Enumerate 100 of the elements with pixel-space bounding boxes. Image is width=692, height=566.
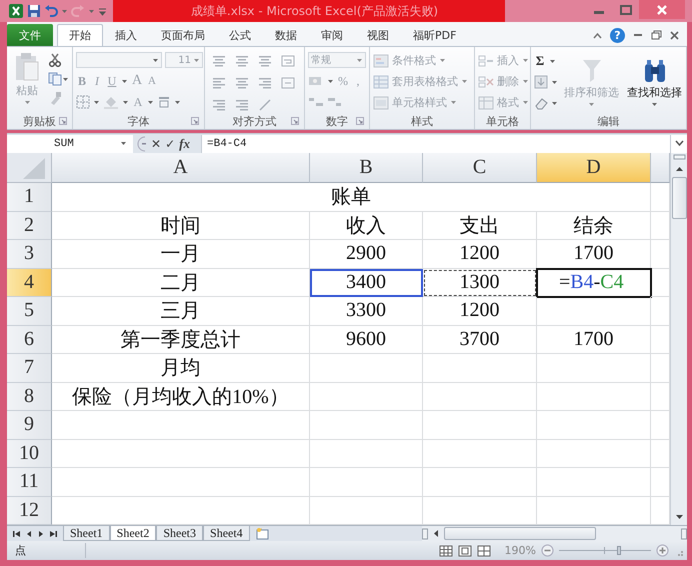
ribbon-tab[interactable]: 审阅 [309, 24, 355, 46]
formula-field[interactable]: =B4-C4 [201, 134, 670, 152]
row-header[interactable]: 3 [7, 240, 52, 268]
scroll-down-icon[interactable] [674, 514, 684, 520]
row-header[interactable]: 11 [7, 468, 52, 496]
caret-icon[interactable] [122, 98, 129, 106]
table-cell[interactable] [537, 382, 651, 411]
table-cell[interactable] [310, 440, 423, 468]
table-cell[interactable] [310, 411, 423, 440]
increase-decimal-icon[interactable] [308, 96, 324, 108]
ribbon-large-button[interactable]: 查找和选择 [625, 50, 684, 113]
insert-function-button[interactable]: fx [179, 136, 190, 152]
autosum-button[interactable]: Σ [534, 53, 546, 69]
table-cell[interactable]: 3400 [310, 268, 423, 297]
caret-icon[interactable] [120, 140, 127, 147]
eraser-icon[interactable] [534, 96, 548, 110]
page-break-icon[interactable] [477, 544, 491, 556]
dialog-launcher-icon[interactable] [59, 117, 67, 125]
table-cell[interactable] [423, 411, 537, 440]
last-sheet-icon[interactable] [49, 530, 58, 538]
table-cell[interactable]: 结余 [537, 212, 651, 240]
scroll-up-icon[interactable] [674, 166, 684, 172]
redo-icon[interactable] [71, 4, 85, 18]
row-header[interactable]: 10 [7, 440, 52, 468]
caret-icon[interactable] [551, 100, 558, 106]
table-cell[interactable]: 1700 [537, 326, 651, 354]
restore-icon[interactable] [651, 30, 662, 40]
table-cell[interactable] [52, 440, 310, 468]
table-cell[interactable] [537, 297, 651, 326]
split-box-icon[interactable] [672, 153, 686, 161]
table-cell[interactable] [537, 440, 651, 468]
table-cell[interactable]: 9600 [310, 326, 423, 354]
ribbon-tab[interactable]: 视图 [355, 24, 401, 46]
row-header[interactable]: 12 [7, 496, 52, 525]
new-sheet-icon[interactable] [254, 527, 270, 540]
splitter-icon[interactable] [422, 528, 428, 540]
table-cell[interactable] [423, 440, 537, 468]
dialog-launcher-icon[interactable] [291, 117, 299, 125]
dialog-launcher-icon[interactable] [356, 117, 364, 125]
table-cell[interactable]: 账单 [52, 183, 651, 212]
next-sheet-icon[interactable] [37, 530, 45, 538]
table-cell[interactable]: 一月 [52, 240, 310, 268]
table-cell[interactable]: 时间 [52, 212, 310, 240]
sheet-tab[interactable]: Sheet4 [203, 526, 250, 541]
row-header[interactable]: 9 [7, 411, 52, 440]
table-cell[interactable] [423, 468, 537, 496]
dialog-launcher-icon[interactable] [191, 117, 199, 125]
caret-icon[interactable] [327, 78, 334, 84]
column-header[interactable]: A [52, 153, 310, 183]
ribbon-tab[interactable]: 公式 [217, 24, 263, 46]
ribbon-tab[interactable]: 插入 [103, 24, 149, 46]
name-box[interactable]: SUM [7, 134, 133, 152]
minimize-icon[interactable] [633, 31, 643, 39]
caret-icon[interactable] [551, 78, 558, 86]
phonetic-guide-icon[interactable] [157, 95, 171, 109]
table-cell[interactable]: 1300 [423, 268, 537, 297]
collapse-ribbon-icon[interactable] [593, 32, 602, 38]
border-icon[interactable] [76, 95, 90, 109]
caret-icon[interactable] [152, 56, 159, 64]
caret-icon[interactable] [121, 78, 128, 84]
ribbon-tab[interactable]: 开始 [57, 24, 103, 46]
table-cell[interactable]: 收入 [310, 212, 423, 240]
row-header[interactable]: 4 [7, 268, 52, 297]
row-header[interactable]: 6 [7, 326, 52, 354]
save-icon[interactable] [27, 4, 41, 18]
decrease-decimal-icon[interactable] [327, 96, 343, 108]
row-header[interactable]: 7 [7, 354, 52, 382]
table-cell[interactable] [52, 411, 310, 440]
table-cell[interactable] [537, 411, 651, 440]
zoom-in-icon[interactable] [656, 544, 669, 557]
column-header[interactable]: B [310, 153, 423, 183]
ribbon-tab[interactable]: 数据 [263, 24, 309, 46]
scrollbar-thumb[interactable] [444, 527, 596, 540]
table-cell[interactable]: 3300 [310, 297, 423, 326]
format-painter-icon[interactable] [48, 91, 62, 105]
ribbon-tab[interactable]: 福昕PDF [401, 24, 468, 46]
table-cell[interactable]: 1200 [423, 297, 537, 326]
column-header[interactable] [651, 153, 670, 183]
scroll-left-icon[interactable] [433, 529, 439, 538]
copy-icon[interactable] [48, 72, 68, 86]
maximize-icon[interactable] [620, 4, 632, 14]
sheet-tab[interactable]: Sheet3 [156, 526, 204, 541]
first-sheet-icon[interactable] [12, 530, 21, 538]
table-cell[interactable] [310, 382, 423, 411]
fill-down-icon[interactable] [534, 75, 548, 89]
splitter-icon[interactable] [137, 136, 147, 152]
caret-icon[interactable] [174, 98, 181, 106]
file-tab[interactable]: 文件 [7, 24, 53, 46]
table-cell[interactable]: 二月 [52, 268, 310, 297]
font-name-field[interactable] [76, 52, 162, 68]
zoom-out-icon[interactable] [541, 544, 554, 557]
normal-view-icon[interactable] [439, 544, 453, 556]
ribbon-tab[interactable]: 页面布局 [149, 24, 217, 46]
scrollbar-thumb[interactable] [672, 177, 686, 219]
previous-sheet-icon[interactable] [25, 530, 33, 538]
table-cell[interactable] [423, 354, 537, 382]
page-layout-icon[interactable] [458, 544, 472, 556]
table-cell[interactable] [310, 468, 423, 496]
table-cell[interactable]: 1200 [423, 240, 537, 268]
splitter-icon[interactable] [681, 528, 687, 540]
